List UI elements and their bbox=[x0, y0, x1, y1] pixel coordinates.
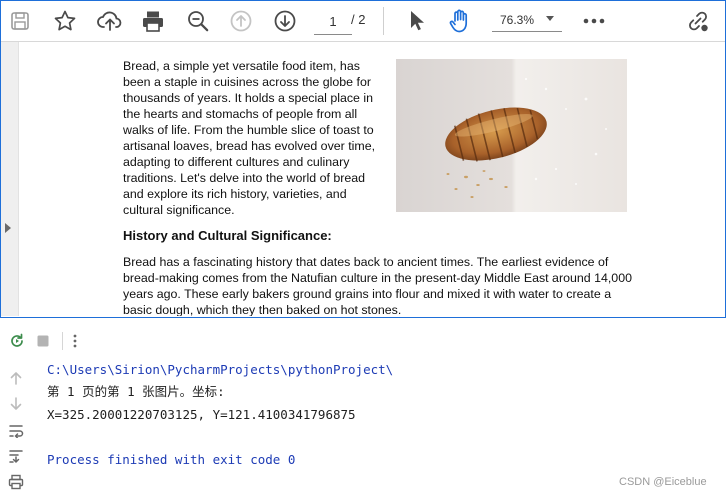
run-console: C:\Users\Sirion\PycharmProjects\pythonPr… bbox=[0, 322, 410, 496]
page-up-icon[interactable] bbox=[225, 5, 257, 37]
console-line-image-info: 第 1 页的第 1 张图片。坐标: bbox=[47, 384, 225, 399]
page-down-icon[interactable] bbox=[269, 5, 301, 37]
print-icon[interactable] bbox=[5, 471, 27, 493]
soft-wrap-icon[interactable] bbox=[5, 420, 27, 442]
toolbar-divider bbox=[383, 7, 384, 35]
scroll-to-end-icon[interactable] bbox=[5, 445, 27, 467]
hand-tool-icon[interactable] bbox=[444, 5, 476, 37]
sidebar-toggle-panel[interactable] bbox=[1, 42, 19, 316]
share-link-icon[interactable] bbox=[682, 5, 714, 37]
arrow-up-icon[interactable] bbox=[5, 367, 27, 389]
stop-icon[interactable] bbox=[32, 330, 54, 352]
expand-arrow-icon bbox=[5, 223, 11, 233]
select-cursor-icon[interactable] bbox=[401, 5, 433, 37]
pdf-page: Bread, a simple yet versatile food item,… bbox=[19, 42, 724, 316]
save-icon[interactable] bbox=[4, 5, 36, 37]
console-toolbar-divider bbox=[62, 332, 63, 350]
upload-cloud-icon[interactable] bbox=[94, 5, 126, 37]
body-paragraph-2: Bread has a fascinating history that dat… bbox=[123, 255, 632, 316]
console-line-coordinates: X=325.20001220703125, Y=121.410034179687… bbox=[47, 407, 356, 422]
console-gutter bbox=[0, 358, 34, 496]
arrow-down-icon[interactable] bbox=[5, 393, 27, 415]
bookmark-star-icon[interactable] bbox=[49, 5, 81, 37]
rerun-icon[interactable] bbox=[6, 330, 28, 352]
pdf-viewer: / 2 76.3% Bread, a simple yet versatile … bbox=[0, 0, 726, 318]
bread-image bbox=[396, 59, 627, 212]
chevron-down-icon bbox=[546, 16, 554, 21]
pdf-toolbar: / 2 76.3% bbox=[1, 1, 725, 42]
console-output: C:\Users\Sirion\PycharmProjects\pythonPr… bbox=[47, 361, 393, 467]
console-toolbar bbox=[0, 322, 410, 358]
console-line-exit: Process finished with exit code 0 bbox=[47, 452, 296, 467]
console-line-path: C:\Users\Sirion\PycharmProjects\pythonPr… bbox=[47, 362, 394, 377]
zoom-search-icon[interactable] bbox=[182, 5, 214, 37]
watermark: CSDN @Eiceblue bbox=[619, 476, 707, 488]
more-options-icon[interactable] bbox=[578, 5, 610, 37]
zoom-select[interactable]: 76.3% bbox=[492, 7, 562, 32]
page-number-input[interactable] bbox=[314, 8, 352, 35]
more-vertical-icon[interactable] bbox=[64, 330, 86, 352]
section-heading: History and Cultural Significance: bbox=[123, 228, 332, 243]
body-paragraph-1: Bread, a simple yet versatile food item,… bbox=[123, 59, 376, 217]
page-total-label: / 2 bbox=[351, 12, 366, 27]
zoom-value: 76.3% bbox=[500, 13, 535, 27]
print-icon[interactable] bbox=[137, 5, 169, 37]
